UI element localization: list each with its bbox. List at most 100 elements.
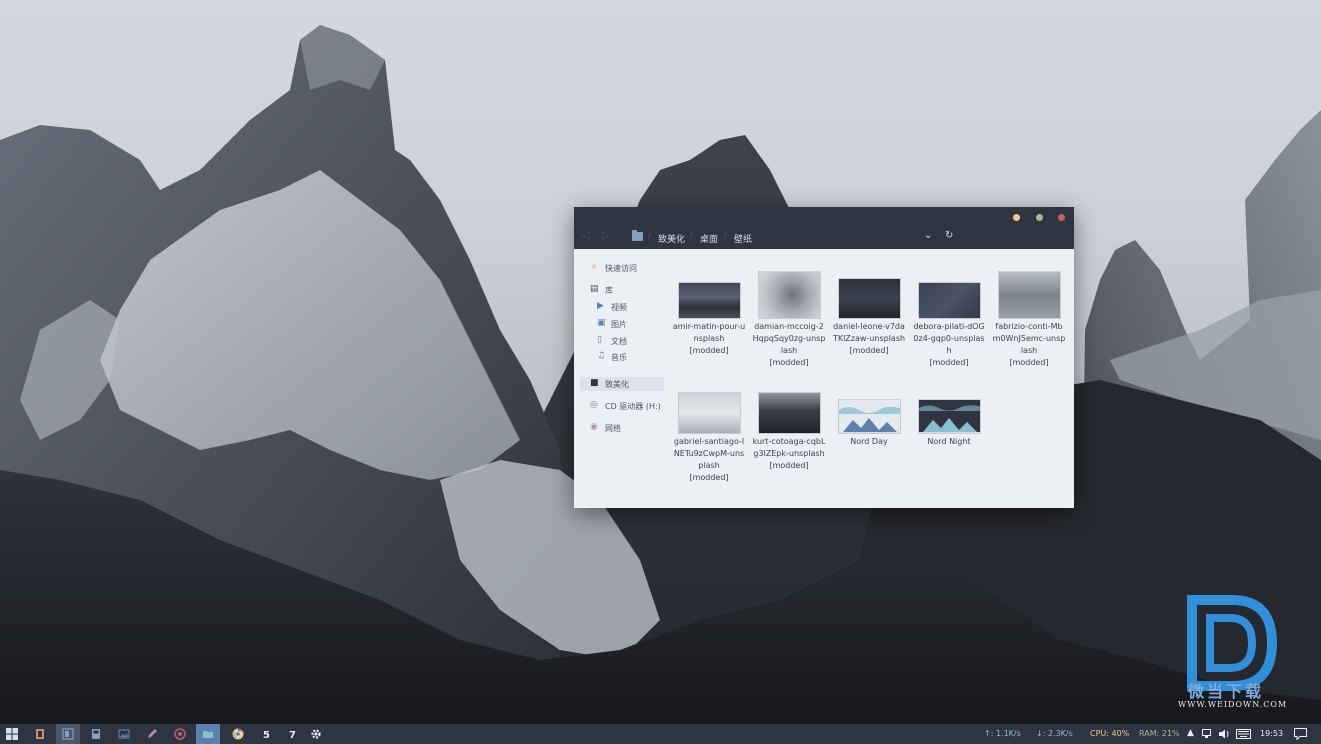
file-item[interactable]: kurt-cotoaga-cqbLg3lZEpk-unsplash [modded… (752, 367, 826, 487)
chrome-icon (232, 728, 244, 740)
sidebar-item-pictures[interactable]: ▣ 图片 (580, 317, 664, 331)
file-thumbnail (758, 271, 821, 319)
maximize-button[interactable] (1036, 214, 1043, 221)
chevron-down-icon[interactable]: ⌄ (924, 231, 932, 241)
start-button[interactable] (0, 724, 24, 744)
file-name: daniel-leone-v7daTKlZzaw-unsplash [modded… (832, 322, 906, 355)
taskbar: 5 7 ↑: 1.1K/s ↓: 2.3K/s CPU: 40% RAM: 21… (0, 724, 1321, 744)
sidebar-item-label: 音乐 (611, 353, 627, 362)
sidebar-item-library[interactable]: ▤ 库 (580, 283, 664, 297)
close-button[interactable] (1058, 214, 1065, 221)
file-name: gabriel-santiago-lNETu9zCwpM-unsplash [mo… (673, 437, 745, 482)
file-thumbnail (758, 392, 821, 434)
clock[interactable]: 19:53 (1260, 729, 1283, 739)
taskbar-app-netease-music[interactable] (168, 724, 192, 744)
folder-icon (632, 230, 643, 241)
window-titlebar[interactable]: ◁ ▷ / 致美化 / 桌面 / 壁纸 ⌄ ↻ (574, 207, 1074, 249)
network-icon: ◉ (590, 422, 598, 432)
file-name: amir-matin-pour-unsplash [modded] (672, 322, 746, 355)
file-thumbnail (838, 278, 901, 319)
notification-icon[interactable] (1294, 728, 1307, 740)
sidebar-item-cd-drive[interactable]: ◎ CD 驱动器 (H:) (580, 399, 664, 413)
sidebar-item-network[interactable]: ◉ 网络 (580, 421, 664, 435)
cd-drive-icon: ◎ (590, 400, 598, 410)
file-thumbnail (678, 282, 741, 319)
sidebar-item-documents[interactable]: ▯ 文档 (580, 334, 664, 348)
taskbar-app-folder[interactable] (196, 724, 220, 744)
file-item[interactable]: debora-pilati-dOG0z4-gqp0-unsplash [modde… (912, 249, 986, 367)
file-name: fabrizio-conti-Mbm0WnJ5emc-unsplash [modd… (992, 322, 1066, 367)
breadcrumb-separator: / (724, 231, 728, 241)
tray-expand-icon[interactable]: ▲ (1187, 728, 1194, 738)
window-icon (62, 728, 74, 740)
sidebar-item-label: 视频 (611, 303, 627, 312)
breadcrumb-separator: / (690, 231, 694, 241)
taskbar-app-s[interactable]: 5 (254, 724, 278, 744)
download-speed: ↓: 2.3K/s (1036, 729, 1073, 738)
upload-speed: ↑: 1.1K/s (984, 729, 1021, 738)
taskbar-app-chrome[interactable] (226, 724, 250, 744)
file-thumbnail (918, 282, 981, 319)
save-icon (92, 729, 100, 739)
windows-logo-icon (6, 728, 18, 740)
file-item[interactable]: daniel-leone-v7daTKlZzaw-unsplash [modded… (832, 249, 906, 365)
taskbar-app-office[interactable] (28, 724, 52, 744)
keyboard-icon[interactable] (1236, 729, 1251, 739)
taskbar-app-pen[interactable] (140, 724, 164, 744)
file-thumbnail (838, 399, 901, 434)
file-name: Nord Night (927, 437, 971, 446)
sidebar-item-label: 致美化 (605, 380, 629, 389)
file-manager-window: ◁ ▷ / 致美化 / 桌面 / 壁纸 ⌄ ↻ ★ 快速访问 ▤ 库 ▶ 视频 … (574, 207, 1074, 508)
file-thumbnail (998, 271, 1061, 319)
volume-icon[interactable] (1218, 729, 1230, 739)
document-icon: ▯ (597, 335, 602, 345)
breadcrumb-separator: / (648, 231, 652, 241)
music-icon: ♫ (597, 351, 606, 361)
taskbar-app-one[interactable]: 7 (280, 724, 304, 744)
taskbar-app-settings[interactable] (304, 724, 328, 744)
sidebar-item-this-pc[interactable]: ■ 致美化 (580, 377, 664, 391)
file-name: debora-pilati-dOG0z4-gqp0-unsplash [modde… (913, 322, 985, 367)
breadcrumb-item[interactable]: 桌面 (700, 232, 718, 245)
svg-text:5: 5 (263, 730, 270, 740)
image-icon (118, 729, 130, 739)
file-grid: amir-matin-pour-unsplash [modded] damian-… (672, 249, 1074, 508)
file-name: kurt-cotoaga-cqbLg3lZEpk-unsplash [modded… (752, 437, 826, 470)
video-icon: ▶ (597, 301, 604, 311)
sidebar-item-label: 库 (605, 286, 613, 295)
taskbar-app-image-viewer[interactable] (112, 724, 136, 744)
file-item[interactable]: Nord Day (832, 367, 906, 487)
svg-text:7: 7 (289, 730, 296, 740)
breadcrumb-item[interactable]: 致美化 (658, 232, 685, 245)
file-item[interactable]: damian-mccoig-2HqpqSqy0zg-unsplash [modde… (752, 249, 826, 367)
minimize-button[interactable] (1013, 214, 1020, 221)
ram-usage: RAM: 21% (1139, 729, 1180, 738)
file-item[interactable]: Nord Night (912, 367, 986, 487)
sidebar: ★ 快速访问 ▤ 库 ▶ 视频 ▣ 图片 ▯ 文档 ♫ 音乐 ■ 致美化 ◎ C (574, 249, 672, 508)
gear-icon (311, 729, 321, 739)
taskbar-app-file-manager[interactable] (56, 724, 80, 744)
file-thumbnail (918, 399, 981, 434)
file-name: damian-mccoig-2HqpqSqy0zg-unsplash [modde… (752, 322, 826, 367)
refresh-icon[interactable]: ↻ (945, 231, 953, 241)
sidebar-item-music[interactable]: ♫ 音乐 (580, 350, 664, 364)
folder-icon (203, 731, 213, 738)
one-app-icon: 7 (289, 730, 296, 740)
forward-arrow-icon[interactable]: ▷ (602, 231, 610, 241)
file-item[interactable]: fabrizio-conti-Mbm0WnJ5emc-unsplash [modd… (992, 249, 1066, 367)
breadcrumb-item[interactable]: 壁纸 (734, 232, 752, 245)
file-thumbnail (678, 392, 741, 434)
back-arrow-icon[interactable]: ◁ (582, 231, 590, 241)
file-name: Nord Day (850, 437, 888, 446)
sidebar-item-label: 文档 (611, 337, 627, 346)
sidebar-item-label: 网络 (605, 424, 621, 433)
picture-icon: ▣ (597, 318, 606, 328)
netease-music-icon (174, 728, 186, 740)
taskbar-app-save[interactable] (84, 724, 108, 744)
file-item[interactable]: amir-matin-pour-unsplash [modded] (672, 249, 746, 365)
star-icon: ★ (590, 262, 599, 272)
network-tray-icon[interactable] (1202, 729, 1213, 739)
file-item[interactable]: gabriel-santiago-lNETu9zCwpM-unsplash [mo… (672, 367, 746, 487)
sidebar-item-videos[interactable]: ▶ 视频 (580, 300, 664, 314)
sidebar-item-quick-access[interactable]: ★ 快速访问 (580, 261, 664, 275)
